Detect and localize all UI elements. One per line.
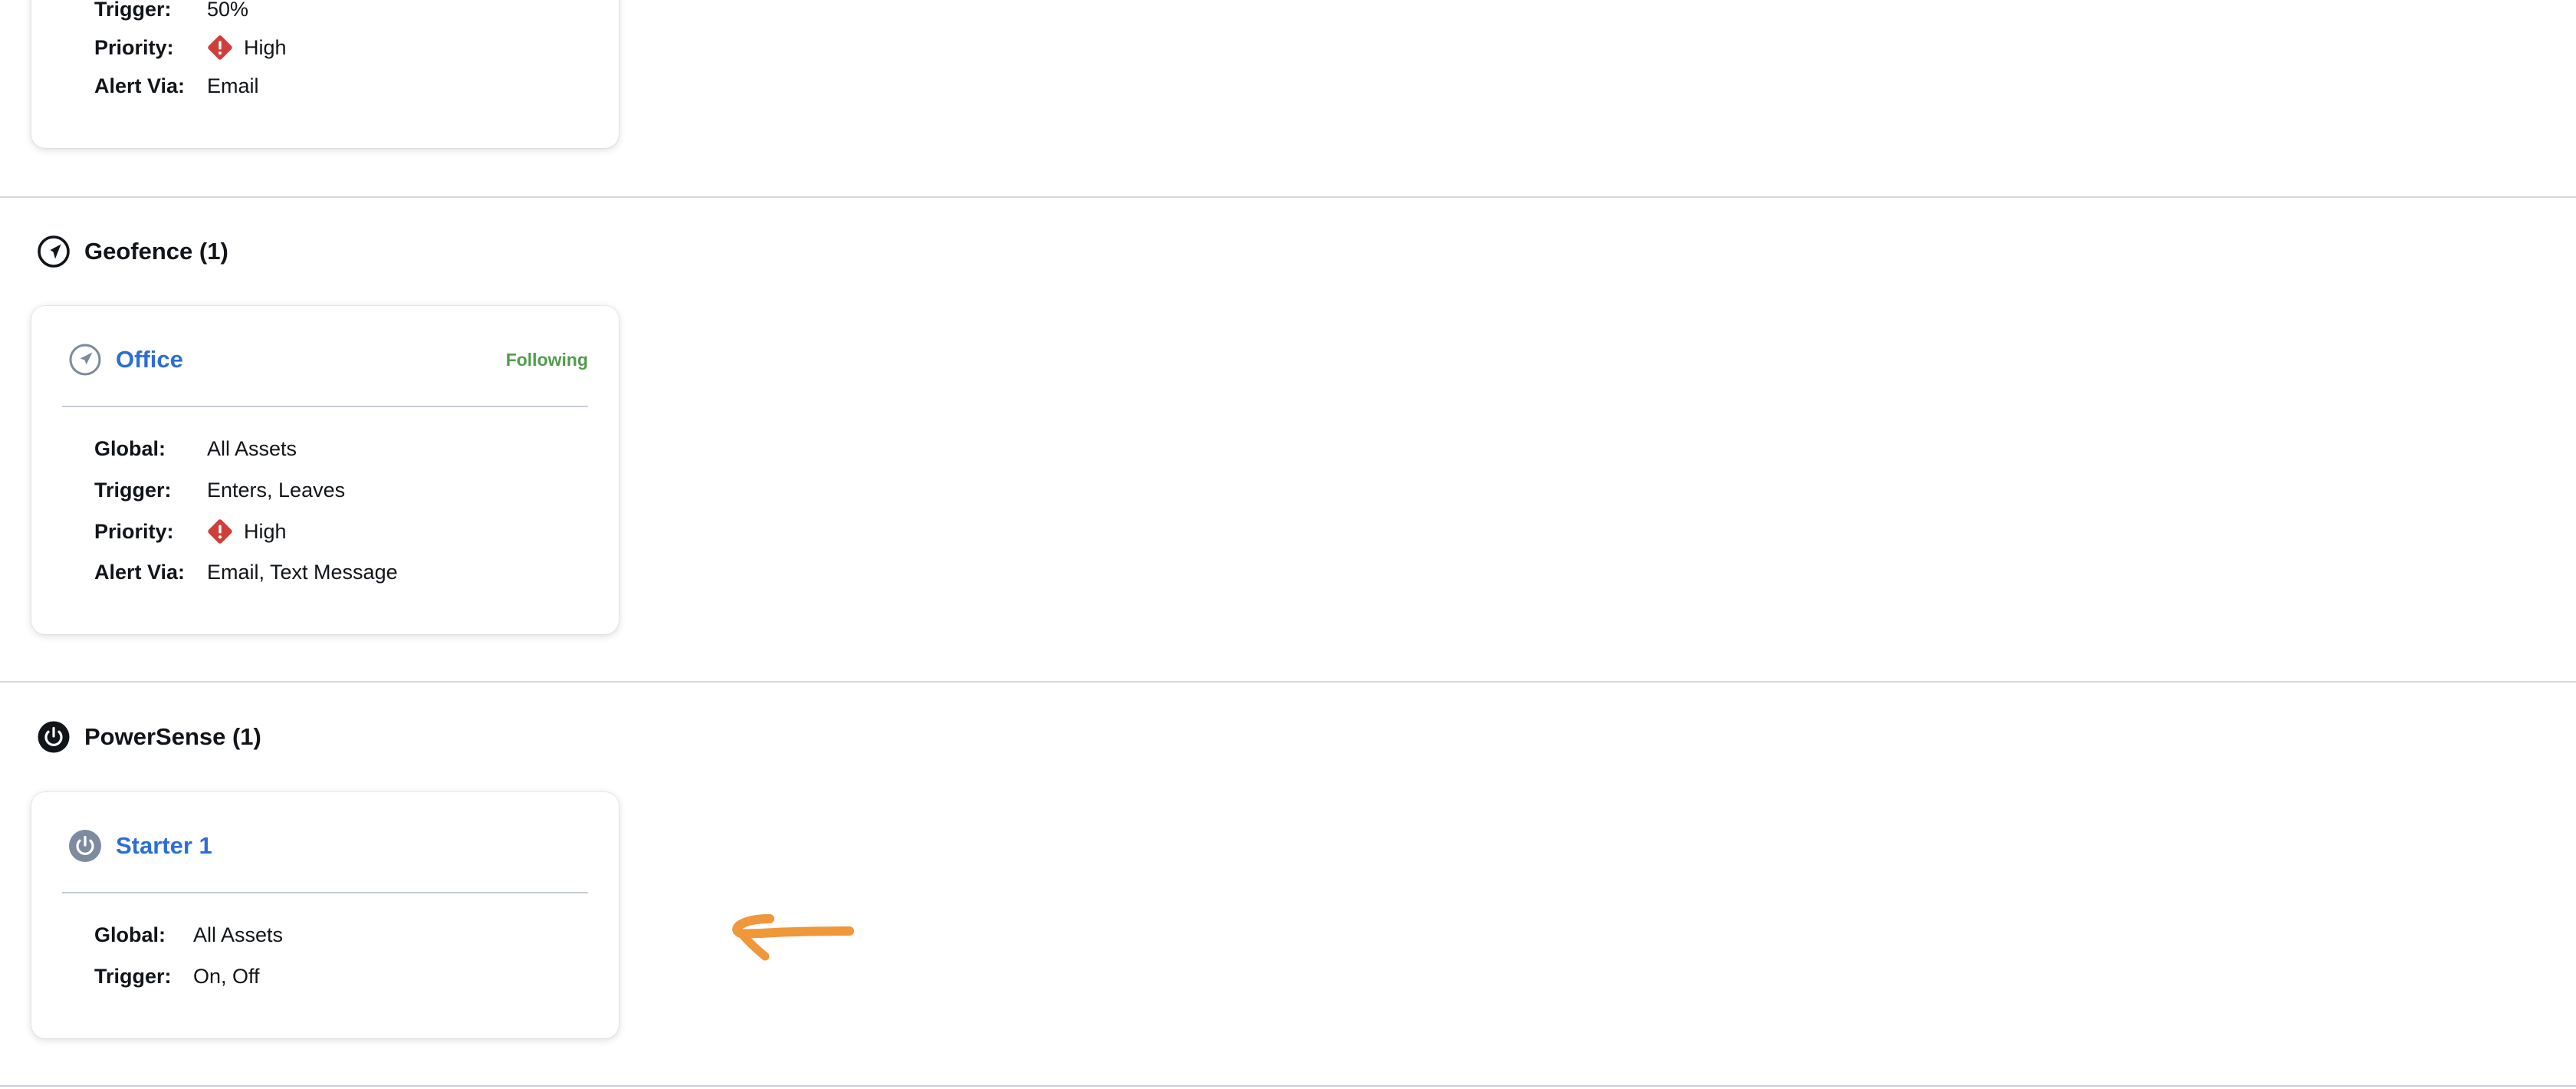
row-priority: Priority: High [94, 34, 287, 61]
row-label: Global: [94, 923, 166, 946]
power-icon [69, 830, 101, 862]
following-status[interactable]: Following [506, 346, 588, 373]
row-global: Global: All Assets [94, 435, 297, 462]
row-trigger: Trigger: Enters, Leaves [94, 476, 345, 504]
section-divider [0, 196, 2576, 198]
row-value: Enters, Leaves [207, 479, 346, 502]
priority-value: High [244, 36, 287, 59]
row-value: Email [207, 74, 259, 97]
geofence-card-office[interactable]: Office Following Global: All Assets Trig… [31, 306, 619, 634]
row-value: On, Off [193, 965, 260, 988]
section-divider [0, 681, 2576, 683]
row-alert-via: Alert Via: Email, Text Message [94, 558, 398, 586]
geofence-section-title: Geofence (1) [84, 238, 228, 265]
row-label: Priority: [94, 520, 174, 543]
row-value: All Assets [193, 923, 284, 946]
row-priority: Priority: High [94, 518, 287, 545]
row-label: Alert Via: [94, 561, 186, 584]
row-value: Email, Text Message [207, 561, 398, 584]
card-title-link[interactable]: Starter 1 [116, 829, 212, 863]
row-label: Global: [94, 437, 166, 460]
row-alert-via: Alert Via: Email [94, 72, 259, 100]
row-value-wrap: High [207, 34, 287, 62]
row-trigger: Trigger: 50% [94, 0, 248, 23]
alert-card-top[interactable]: Trigger: 50% Priority: High Alert Via: E… [31, 0, 619, 148]
priority-high-icon [208, 35, 232, 60]
row-value: 50% [207, 0, 249, 21]
row-label: Trigger: [94, 479, 172, 502]
row-value-wrap: High [207, 518, 287, 546]
geofence-section-icon [38, 235, 70, 268]
row-label: Trigger: [94, 0, 172, 21]
annotation-arrow-icon [732, 914, 854, 961]
row-global: Global: All Assets [94, 921, 283, 949]
priority-value: High [244, 520, 287, 543]
row-label: Priority: [94, 36, 174, 59]
powersense-card-starter[interactable]: Starter 1 Global: All Assets Trigger: On… [31, 792, 619, 1038]
priority-high-icon [208, 519, 232, 544]
row-trigger: Trigger: On, Off [94, 962, 260, 990]
powersense-section-icon [38, 721, 70, 753]
geofence-icon [69, 344, 101, 376]
powersense-section-title: PowerSense (1) [84, 723, 261, 750]
row-label: Alert Via: [94, 74, 186, 97]
section-divider [0, 1085, 2576, 1087]
row-label: Trigger: [94, 965, 172, 988]
card-title-link[interactable]: Office [116, 343, 183, 377]
row-value: All Assets [207, 437, 297, 460]
